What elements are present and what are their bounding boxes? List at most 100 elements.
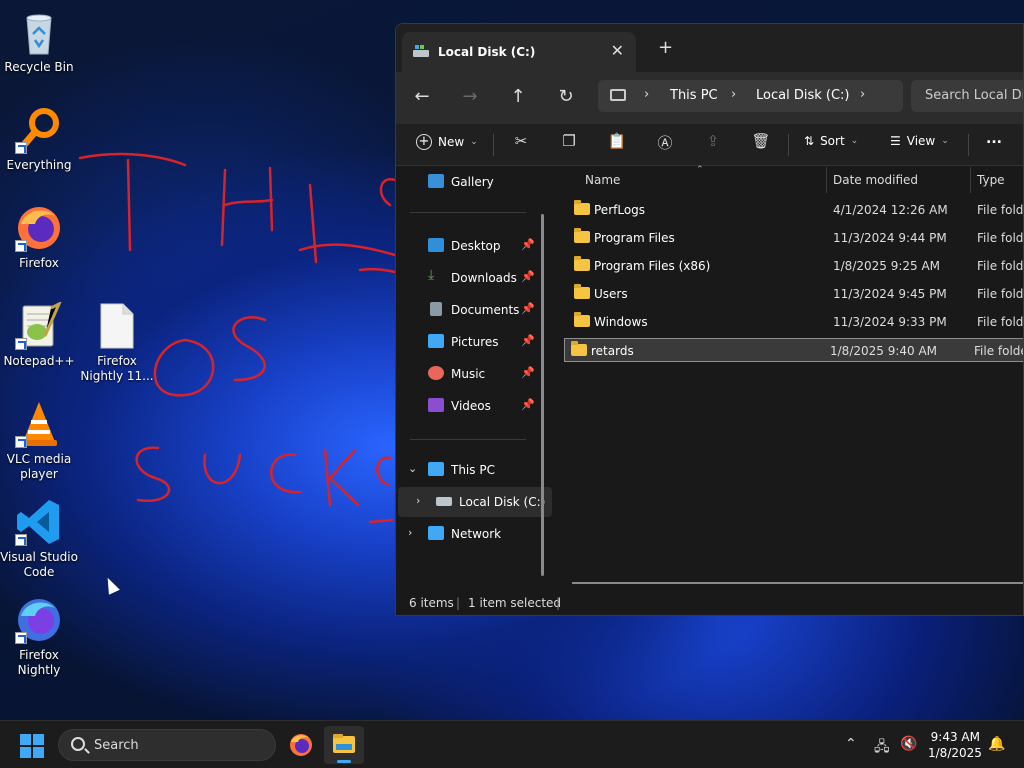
- back-arrow-icon[interactable]: ←: [410, 86, 434, 107]
- breadcrumb-this-pc[interactable]: This PC: [670, 88, 718, 103]
- videos-icon: [428, 398, 444, 412]
- up-arrow-icon[interactable]: ↑: [506, 86, 530, 107]
- file-type: File folder: [977, 259, 1024, 273]
- file-row[interactable]: Program Files 11/3/2024 9:44 PM File fol…: [568, 226, 1023, 250]
- column-divider[interactable]: [826, 167, 827, 193]
- shortcut-arrow-icon: [15, 436, 27, 448]
- desktop-icon-firefox-nightly[interactable]: Firefox Nightly: [0, 596, 78, 678]
- breadcrumb-local-disk[interactable]: Local Disk (C:): [756, 88, 849, 103]
- volume-muted-icon[interactable]: 🔇: [900, 736, 917, 752]
- chevron-up-icon[interactable]: ⌃: [845, 736, 857, 752]
- windows-logo-icon: [33, 747, 44, 758]
- address-bar[interactable]: › This PC › Local Disk (C:) ›: [598, 80, 903, 112]
- chevron-down-icon[interactable]: ⌄: [408, 462, 417, 475]
- network-icon[interactable]: 🖧: [874, 736, 890, 760]
- pin-icon[interactable]: 📌: [521, 398, 535, 411]
- pin-icon[interactable]: 📌: [521, 302, 535, 315]
- chevron-right-icon[interactable]: ›: [644, 87, 649, 102]
- forward-arrow-icon[interactable]: →: [458, 86, 482, 107]
- column-header-type[interactable]: Type: [977, 173, 1005, 187]
- desktop-icon-everything[interactable]: Everything: [0, 106, 78, 173]
- documents-icon: [430, 302, 442, 316]
- clock[interactable]: 9:43 AM 1/8/2025: [928, 729, 982, 761]
- nav-item-gallery[interactable]: Gallery: [396, 167, 550, 197]
- copy-icon[interactable]: ❐: [558, 132, 580, 154]
- nav-item-this-pc[interactable]: ⌄ This PC: [396, 455, 550, 485]
- view-button[interactable]: ☰ View ⌄: [890, 134, 949, 148]
- nav-item-videos[interactable]: Videos 📌: [396, 391, 550, 421]
- nav-item-desktop[interactable]: Desktop 📌: [396, 231, 550, 261]
- file-explorer-icon: [333, 734, 355, 753]
- firefox-nightly-icon: [15, 596, 63, 644]
- start-button[interactable]: [20, 734, 44, 758]
- file-date: 1/8/2025 9:25 AM: [833, 259, 941, 273]
- music-icon: [428, 366, 444, 380]
- delete-icon[interactable]: 🗑: [750, 132, 772, 154]
- desktop-icon-firefox-nightly-installer[interactable]: Firefox Nightly 11...: [78, 302, 156, 384]
- notification-bell-icon[interactable]: 🔔: [988, 736, 1005, 752]
- nav-item-local-disk[interactable]: › Local Disk (C:): [398, 487, 552, 517]
- taskbar-search[interactable]: Search: [58, 729, 276, 761]
- chevron-right-icon[interactable]: ›: [416, 494, 420, 507]
- sort-button[interactable]: ⇅ Sort ⌄: [804, 134, 858, 148]
- desktop-icon-recycle-bin[interactable]: Recycle Bin: [0, 8, 78, 75]
- pin-icon[interactable]: 📌: [521, 334, 535, 347]
- status-divider: |: [556, 596, 561, 610]
- pin-icon[interactable]: 📌: [521, 270, 535, 283]
- nav-item-downloads[interactable]: ⤓ Downloads 📌: [396, 263, 550, 293]
- cut-icon[interactable]: ✂: [510, 132, 532, 154]
- desktop-icon-firefox[interactable]: Firefox: [0, 204, 78, 271]
- nav-item-music[interactable]: Music 📌: [396, 359, 550, 389]
- search-input[interactable]: Search Local Disk: [911, 80, 1023, 112]
- folder-icon: [574, 228, 590, 243]
- file-row[interactable]: PerfLogs 4/1/2024 12:26 AM File folder: [568, 198, 1023, 222]
- nav-pane-scrollbar[interactable]: [541, 214, 544, 576]
- desktop-icon-label: Firefox Nightly: [17, 648, 61, 677]
- file-row-selected[interactable]: retards 1/8/2025 9:40 AM File folder: [564, 338, 1023, 362]
- file-name: PerfLogs: [594, 203, 646, 217]
- clock-time: 9:43 AM: [930, 730, 980, 744]
- file-row[interactable]: Users 11/3/2024 9:45 PM File folder: [568, 282, 1023, 306]
- column-header-date[interactable]: Date modified: [833, 173, 918, 187]
- new-button[interactable]: + New ⌄: [416, 134, 478, 150]
- taskbar-firefox[interactable]: [281, 726, 321, 764]
- file-row[interactable]: Windows 11/3/2024 9:33 PM File folder: [568, 310, 1024, 334]
- chevron-right-icon[interactable]: ›: [408, 526, 412, 539]
- share-icon[interactable]: ⇪: [702, 132, 724, 154]
- chevron-right-icon[interactable]: ›: [731, 87, 736, 102]
- refresh-icon[interactable]: ↻: [554, 86, 578, 107]
- new-tab-button[interactable]: +: [658, 37, 673, 58]
- file-type: File folder: [977, 315, 1024, 329]
- file-name: Users: [594, 287, 628, 301]
- taskbar-file-explorer[interactable]: [324, 726, 364, 764]
- pin-icon[interactable]: 📌: [521, 366, 535, 379]
- column-header-name[interactable]: Name: [585, 173, 620, 187]
- chevron-right-icon[interactable]: ›: [860, 87, 865, 102]
- close-tab-icon[interactable]: ✕: [611, 41, 624, 60]
- folder-icon: [574, 312, 590, 327]
- windows-logo-icon: [33, 734, 44, 745]
- tab-local-disk[interactable]: Local Disk (C:) ✕: [402, 32, 636, 72]
- paste-icon[interactable]: 📋: [606, 132, 628, 154]
- nav-item-network[interactable]: › Network: [396, 519, 550, 549]
- navigation-pane: Gallery Desktop 📌 ⤓ Downloads 📌 Document…: [396, 167, 554, 588]
- desktop-icon-vscode[interactable]: Visual Studio Code: [0, 498, 78, 580]
- nav-item-documents[interactable]: Documents 📌: [396, 295, 550, 325]
- desktop-icon-notepad-plus-plus[interactable]: Notepad++: [0, 300, 78, 369]
- desktop-icon-label: VLC media player: [6, 452, 72, 481]
- rename-icon[interactable]: Ⓐ: [654, 132, 676, 154]
- file-date: 11/3/2024 9:45 PM: [833, 287, 947, 301]
- file-date: 11/3/2024 9:44 PM: [833, 231, 947, 245]
- column-divider[interactable]: [970, 167, 971, 193]
- pin-icon[interactable]: 📌: [521, 238, 535, 251]
- notepad-plus-plus-icon: [15, 300, 63, 350]
- nav-item-pictures[interactable]: Pictures 📌: [396, 327, 550, 357]
- toolbar-divider: [493, 134, 494, 156]
- file-explorer-window[interactable]: Local Disk (C:) ✕ + ← → ↑ ↻ › This PC › …: [395, 23, 1024, 616]
- search-icon: [71, 737, 85, 751]
- more-options-button[interactable]: ...: [986, 131, 1002, 147]
- command-bar: + New ⌄ ✂ ❐ 📋 Ⓐ ⇪ 🗑 ⇅ Sort ⌄ ☰ View ⌄ ..…: [396, 124, 1023, 166]
- horizontal-scrollbar[interactable]: [572, 582, 1023, 584]
- desktop-icon-vlc[interactable]: VLC media player: [0, 400, 78, 482]
- file-row[interactable]: Program Files (x86) 1/8/2025 9:25 AM Fil…: [568, 254, 1024, 278]
